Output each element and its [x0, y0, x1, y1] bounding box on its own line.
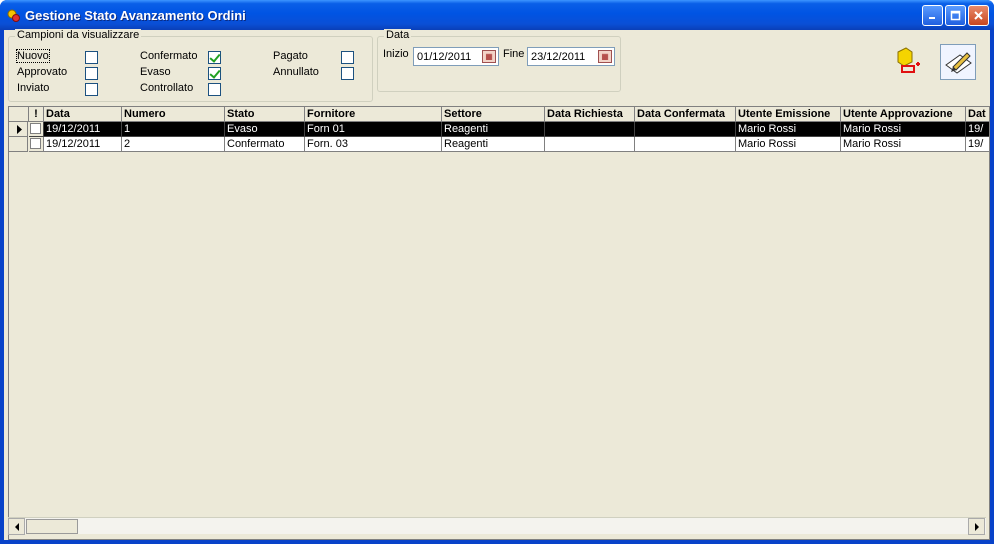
status-filter-group: Campioni da visualizzare Nuovo Approvato… — [8, 29, 373, 102]
date-range-group: Data Inizio 01/12/2011 ▦ Fine 23/12/2011… — [377, 29, 621, 92]
arrow-left-icon — [14, 522, 19, 531]
current-row-arrow-icon — [17, 125, 22, 134]
orders-grid[interactable]: ! Data Numero Stato Fornitore Settore Da… — [8, 106, 990, 540]
column-header-data-richiesta[interactable]: Data Richiesta — [545, 107, 635, 122]
filter-label-inviato: Inviato — [17, 82, 50, 94]
row-header-corner — [9, 107, 29, 122]
column-header-utente-approvazione[interactable]: Utente Approvazione — [841, 107, 966, 122]
filter-label-evaso: Evaso — [140, 66, 171, 78]
flag-checkbox[interactable] — [30, 123, 41, 134]
row-selector[interactable] — [9, 122, 28, 137]
start-date-value: 01/12/2011 — [417, 51, 472, 63]
cell-data-richiesta[interactable] — [545, 137, 635, 152]
horizontal-scrollbar[interactable] — [8, 517, 986, 535]
filter-checkbox-approvato[interactable] — [85, 67, 98, 80]
end-date-label: Fine — [503, 48, 525, 60]
filter-label-approvato: Approvato — [17, 66, 68, 78]
calendar-icon[interactable]: ▦ — [482, 50, 496, 63]
minimize-icon — [929, 17, 935, 19]
cell-settore[interactable]: Reagenti — [442, 122, 545, 137]
filter-checkbox-confermato[interactable] — [208, 51, 221, 64]
filter-checkbox-nuovo[interactable] — [85, 51, 98, 64]
start-date-label: Inizio — [383, 48, 409, 60]
scrollbar-thumb[interactable] — [26, 519, 78, 534]
scroll-left-button[interactable] — [8, 518, 25, 535]
cell-fornitore[interactable]: Forn. 03 — [305, 137, 442, 152]
start-date-picker[interactable]: 01/12/2011 ▦ — [413, 47, 499, 66]
cell-stato[interactable]: Confermato — [225, 137, 305, 152]
minimize-button[interactable] — [922, 5, 943, 26]
maximize-button[interactable] — [945, 5, 966, 26]
filter-checkbox-evaso[interactable] — [208, 67, 221, 80]
client-area: Campioni da visualizzare Nuovo Approvato… — [4, 29, 990, 540]
cell-dat[interactable]: 19/ — [966, 122, 989, 137]
filter-checkbox-controllato[interactable] — [208, 83, 221, 96]
app-icon — [7, 9, 20, 22]
row-selector[interactable] — [9, 137, 28, 152]
cell-dat[interactable]: 19/ — [966, 137, 989, 152]
arrow-right-icon — [974, 522, 979, 531]
filter-checkbox-inviato[interactable] — [85, 83, 98, 96]
cell-numero[interactable]: 1 — [122, 122, 225, 137]
cell-data[interactable]: 19/12/2011 — [44, 122, 122, 137]
column-header-data[interactable]: Data — [44, 107, 122, 122]
column-header-data-confermata[interactable]: Data Confermata — [635, 107, 736, 122]
scroll-right-button[interactable] — [968, 518, 985, 535]
flag-checkbox[interactable] — [30, 138, 41, 149]
flag-cell[interactable] — [29, 122, 44, 137]
filter-label-annullato: Annullato — [273, 66, 319, 78]
filter-label-confermato: Confermato — [140, 50, 198, 62]
column-header-fornitore[interactable]: Fornitore — [305, 107, 442, 122]
column-header-numero[interactable]: Numero — [122, 107, 225, 122]
calendar-icon[interactable]: ▦ — [598, 50, 612, 63]
cell-fornitore[interactable]: Forn 01 — [305, 122, 442, 137]
cell-utente-approvazione[interactable]: Mario Rossi — [841, 122, 966, 137]
title-bar[interactable]: Gestione Stato Avanzamento Ordini — [0, 0, 994, 30]
cell-data-richiesta[interactable] — [545, 122, 635, 137]
flag-cell[interactable] — [29, 137, 44, 152]
status-filter-legend: Campioni da visualizzare — [15, 29, 142, 41]
cell-utente-emissione[interactable]: Mario Rossi — [736, 122, 841, 137]
new-order-icon[interactable] — [892, 46, 922, 76]
edit-icon — [945, 52, 972, 74]
end-date-picker[interactable]: 23/12/2011 ▦ — [527, 47, 615, 66]
column-header-settore[interactable]: Settore — [442, 107, 545, 122]
column-header-dat[interactable]: Dat — [966, 107, 989, 122]
filter-checkbox-annullato[interactable] — [341, 67, 354, 80]
filter-label-controllato: Controllato — [140, 82, 194, 94]
maximize-icon — [950, 10, 961, 21]
cell-stato[interactable]: Evaso — [225, 122, 305, 137]
edit-button[interactable] — [940, 44, 976, 80]
cell-data-confermata[interactable] — [635, 137, 736, 152]
cell-numero[interactable]: 2 — [122, 137, 225, 152]
close-icon — [974, 11, 983, 20]
column-header-utente-emissione[interactable]: Utente Emissione — [736, 107, 841, 122]
app-window: Gestione Stato Avanzamento Ordini Campio… — [0, 0, 994, 544]
cell-utente-emissione[interactable]: Mario Rossi — [736, 137, 841, 152]
date-range-legend: Data — [384, 29, 412, 41]
cell-data-confermata[interactable] — [635, 122, 736, 137]
column-header-stato[interactable]: Stato — [225, 107, 305, 122]
close-button[interactable] — [968, 5, 989, 26]
end-date-value: 23/12/2011 — [531, 51, 586, 63]
cell-utente-approvazione[interactable]: Mario Rossi — [841, 137, 966, 152]
filter-label-nuovo: Nuovo — [16, 49, 50, 63]
window-title: Gestione Stato Avanzamento Ordini — [25, 8, 246, 23]
filter-label-pagato: Pagato — [273, 50, 308, 62]
column-header-flag[interactable]: ! — [29, 107, 44, 122]
cell-settore[interactable]: Reagenti — [442, 137, 545, 152]
filter-checkbox-pagato[interactable] — [341, 51, 354, 64]
cell-data[interactable]: 19/12/2011 — [44, 137, 122, 152]
